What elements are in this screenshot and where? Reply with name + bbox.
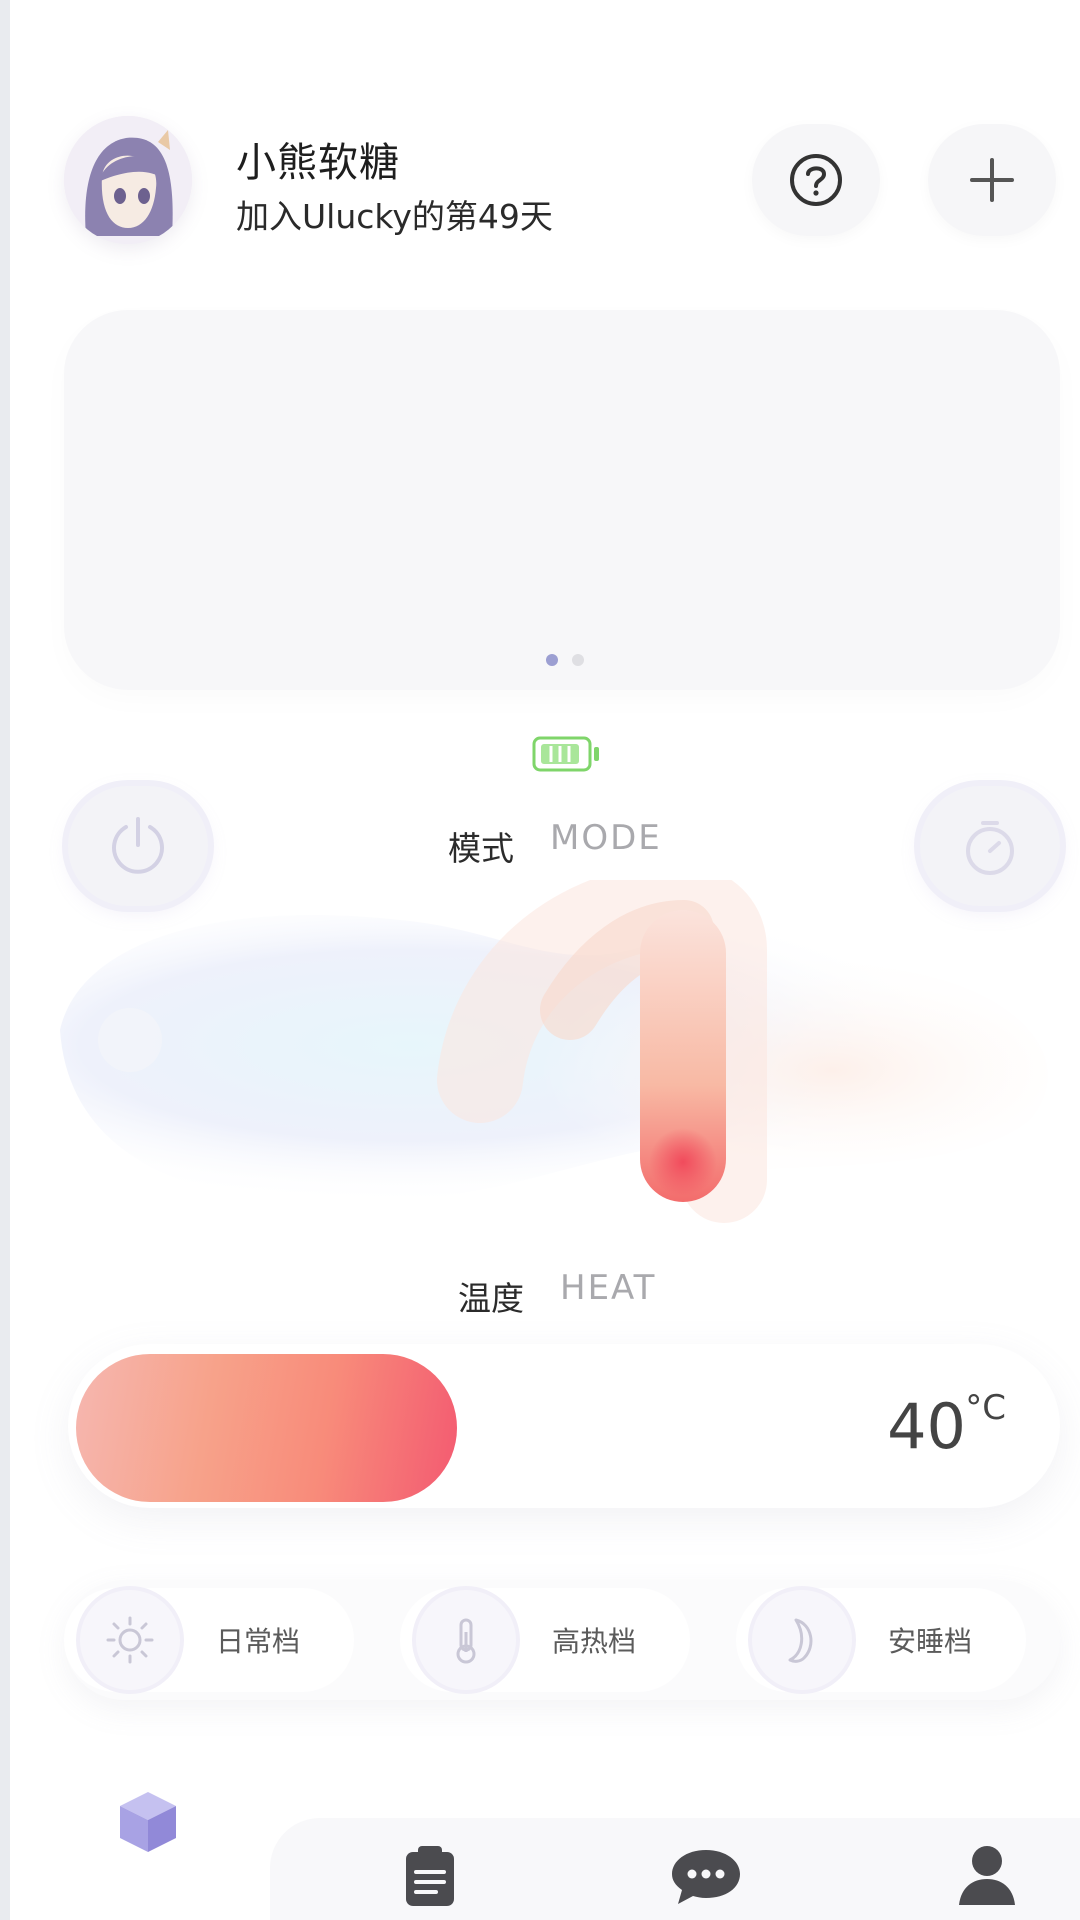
nav-records[interactable] xyxy=(398,1844,462,1908)
user-name: 小熊软糖 xyxy=(236,140,400,186)
timer-icon xyxy=(966,821,1014,875)
heat-label-en: HEAT xyxy=(560,1268,657,1308)
power-icon xyxy=(112,817,164,874)
preset-label: 安睡档 xyxy=(888,1625,973,1658)
carousel-dot-active[interactable] xyxy=(546,654,558,666)
sun-icon xyxy=(80,1590,180,1690)
question-circle-icon xyxy=(790,154,842,206)
nav-home[interactable] xyxy=(112,1786,184,1858)
add-device-button[interactable] xyxy=(928,124,1056,236)
user-icon xyxy=(959,1846,1015,1905)
chat-icon xyxy=(672,1850,740,1904)
mode-label: 模式 xyxy=(448,829,514,868)
preset-label: 日常档 xyxy=(216,1625,301,1658)
left-edge xyxy=(0,0,10,1920)
preset-high-heat[interactable]: 高热档 xyxy=(400,1580,690,1700)
heat-slider[interactable]: 40 °C xyxy=(68,1344,1060,1508)
plus-icon xyxy=(970,158,1014,202)
mode-label-en: MODE xyxy=(550,818,662,858)
heat-slider-fill[interactable] xyxy=(76,1354,457,1502)
banner-carousel[interactable] xyxy=(64,310,1060,690)
heat-label: 温度 xyxy=(458,1279,524,1318)
carousel-indicator xyxy=(546,654,584,666)
avatar[interactable] xyxy=(64,116,192,244)
preset-label: 高热档 xyxy=(552,1625,637,1658)
nav-profile[interactable] xyxy=(956,1842,1018,1908)
join-days-text: 加入Ulucky的第49天 xyxy=(236,197,553,236)
cube-icon xyxy=(120,1792,176,1852)
clipboard-icon xyxy=(406,1846,454,1906)
preset-modes: 日常档 高热档 安睡档 xyxy=(64,1580,1060,1700)
moon-icon xyxy=(752,1590,852,1690)
heating-pad-visual xyxy=(40,862,1080,1240)
help-button[interactable] xyxy=(752,124,880,236)
preset-daily[interactable]: 日常档 xyxy=(64,1580,354,1700)
nav-messages[interactable] xyxy=(670,1844,742,1908)
heat-unit: °C xyxy=(965,1388,1006,1428)
battery-icon xyxy=(532,734,600,774)
thermometer-icon xyxy=(416,1590,516,1690)
heat-value: 40 xyxy=(887,1390,966,1463)
carousel-dot[interactable] xyxy=(572,654,584,666)
avatar-illustration xyxy=(64,116,192,244)
preset-sleep[interactable]: 安睡档 xyxy=(736,1580,1026,1700)
